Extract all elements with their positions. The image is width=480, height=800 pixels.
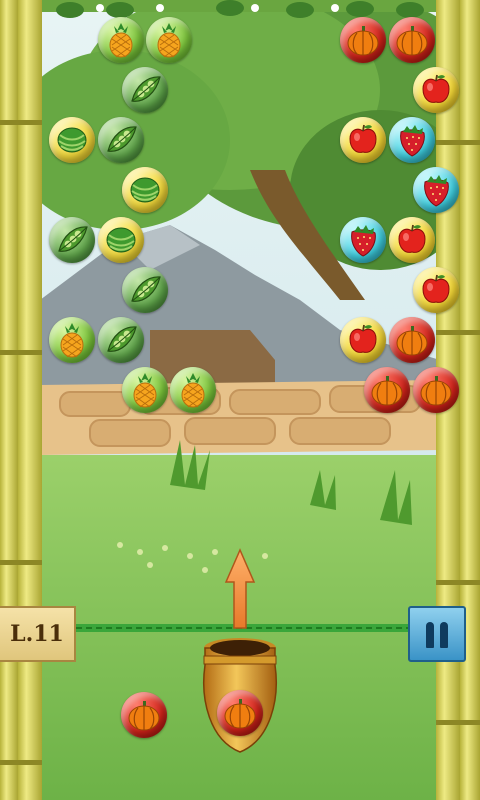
bubble-watermelon — [49, 117, 95, 163]
level-badge: L.11 — [0, 606, 76, 662]
pineapple-icon — [181, 373, 205, 408]
pineapple-icon — [157, 23, 181, 58]
bubble-apple — [388, 217, 435, 263]
pumpkin-icon — [347, 26, 379, 56]
peas-icon — [106, 126, 137, 152]
next-bubble[interactable] — [121, 692, 167, 738]
bubble-pumpkin — [388, 317, 435, 363]
bubble-apple — [412, 67, 459, 113]
bubble-pumpkin — [364, 367, 410, 413]
apple-icon — [421, 74, 450, 103]
bubble-peas — [49, 217, 95, 263]
bubble-peas — [121, 67, 168, 113]
bubble-pineapple — [49, 317, 95, 363]
bubble-apple — [412, 267, 459, 313]
pause-button[interactable] — [408, 606, 466, 662]
level-label: L.11 — [10, 621, 64, 647]
bubble-peas — [97, 317, 144, 363]
watermelon-icon — [130, 177, 159, 203]
bubble-apple — [340, 117, 386, 163]
bubble-strawberry — [412, 167, 459, 213]
strawberry-icon — [423, 175, 449, 207]
bubble-pumpkin — [412, 367, 459, 413]
cannon-loaded-bubble — [217, 690, 263, 736]
bubble-watermelon — [121, 167, 168, 213]
strawberry-icon — [399, 125, 425, 157]
bubble-watermelon — [97, 217, 144, 263]
pineapple-icon — [109, 23, 132, 58]
pumpkin-icon — [396, 26, 427, 56]
peas-icon — [106, 326, 137, 352]
bubble-pineapple — [146, 17, 192, 63]
bubble-peas — [97, 117, 144, 163]
pause-icon-bar — [440, 622, 448, 648]
bamboo-frame-left — [0, 0, 42, 800]
bubble-strawberry — [388, 117, 435, 163]
apple-icon — [349, 124, 377, 153]
pumpkin-icon — [371, 376, 403, 406]
bubble-pumpkin — [340, 17, 386, 63]
bubble-strawberry — [340, 217, 386, 263]
watermelon-icon — [106, 227, 135, 253]
peas-icon — [58, 226, 88, 252]
strawberry-icon — [351, 225, 376, 257]
pause-icon — [426, 622, 434, 648]
bubble-peas — [121, 267, 168, 313]
watermelon-icon — [57, 127, 87, 153]
pumpkin-icon — [128, 701, 160, 731]
pineapple-icon — [133, 373, 156, 408]
pineapple-icon — [60, 323, 84, 358]
bubble-pineapple — [97, 17, 144, 63]
pumpkin-icon — [224, 699, 256, 729]
pumpkin-icon — [396, 326, 427, 356]
peas-icon — [130, 276, 161, 302]
peas-icon — [130, 76, 161, 102]
apple-icon — [421, 274, 450, 303]
bubble-apple — [340, 317, 386, 363]
apple-icon — [349, 324, 377, 353]
apple-icon — [397, 224, 426, 253]
bubble-pineapple — [170, 367, 216, 413]
bubble-pineapple — [121, 367, 168, 413]
pumpkin-icon — [420, 376, 451, 406]
bubble-pumpkin — [388, 17, 435, 63]
